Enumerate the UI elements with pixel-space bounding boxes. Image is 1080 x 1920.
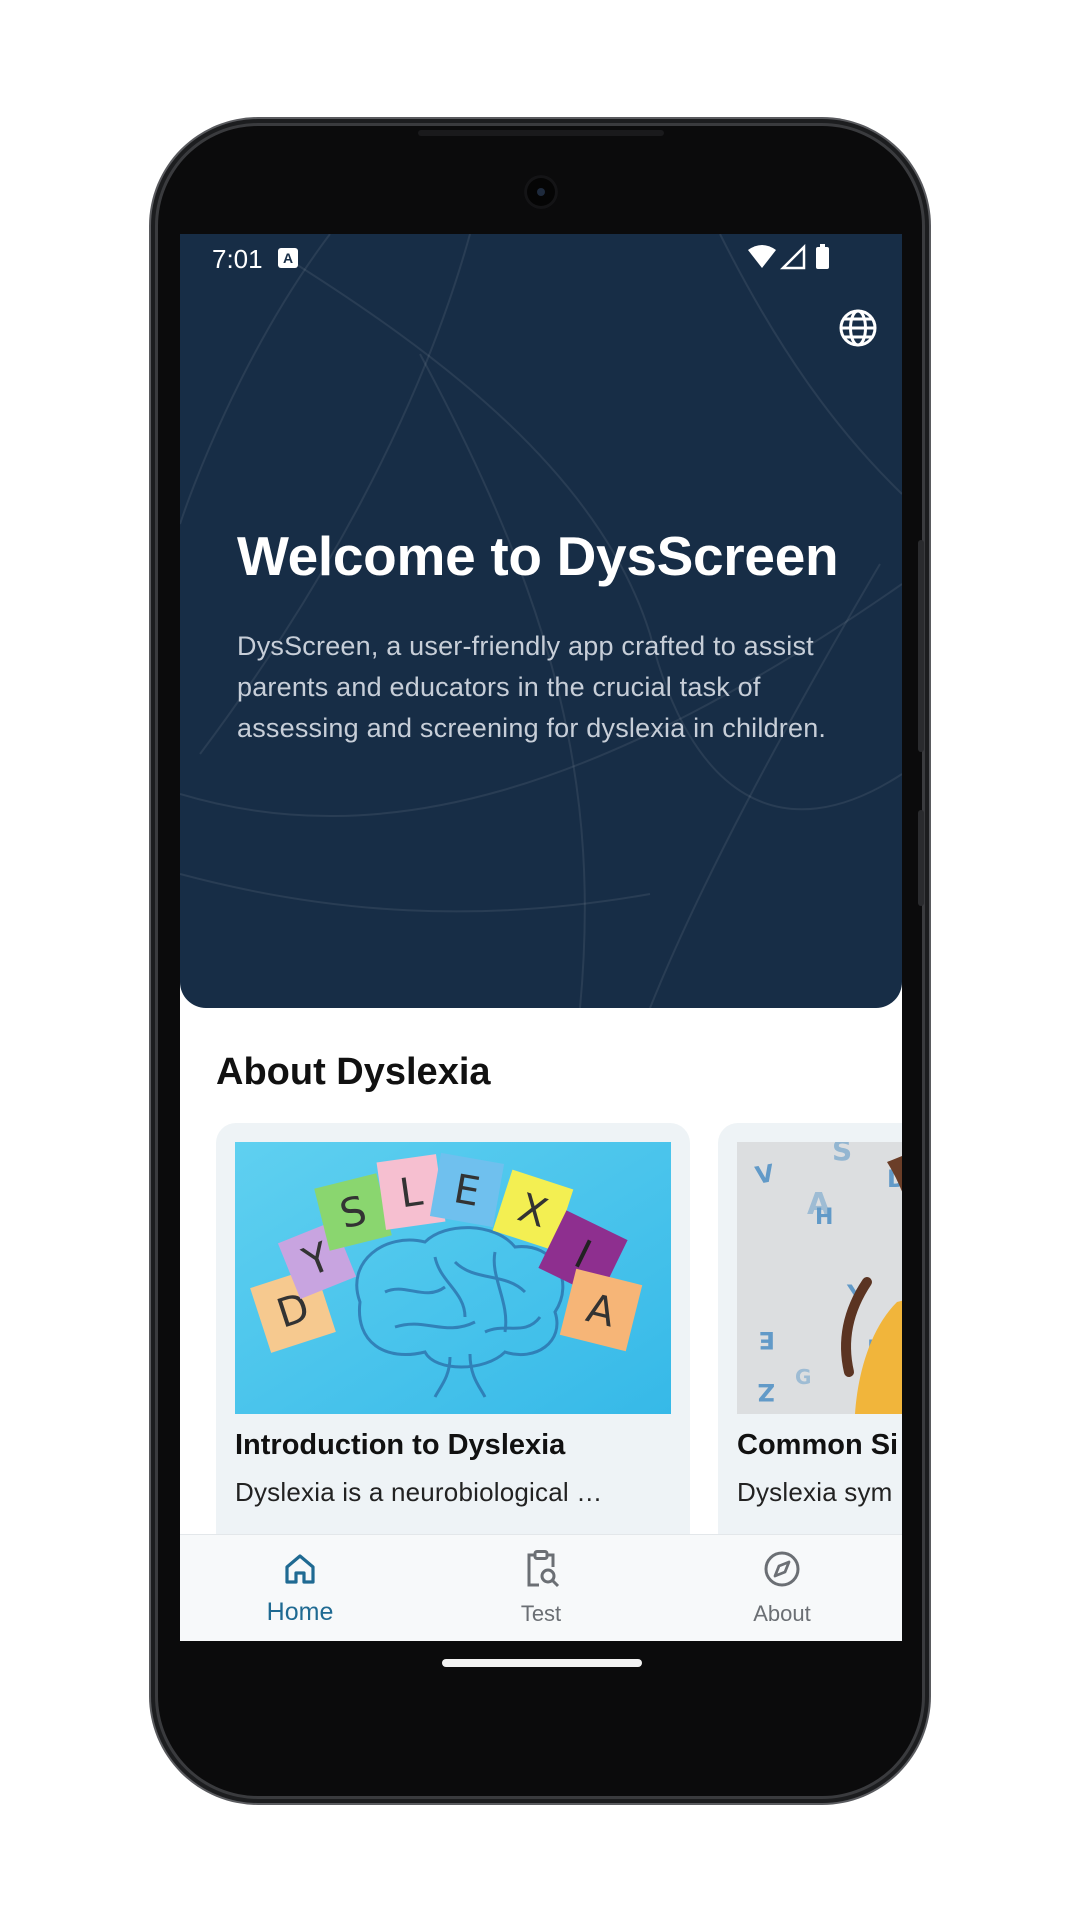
section-title: About Dyslexia <box>216 1051 491 1093</box>
hero-banner: 7:01 A Welcome to DysScreen DysScreen, a… <box>180 234 902 1008</box>
background-pattern <box>180 234 902 1008</box>
svg-text:H: H <box>815 1205 833 1230</box>
earpiece <box>418 130 664 136</box>
app-screen: 7:01 A Welcome to DysScreen DysScreen, a… <box>180 234 902 1641</box>
card-title: Introduction to Dyslexia <box>235 1429 566 1461</box>
svg-text:S: S <box>832 1142 852 1167</box>
home-icon <box>285 1554 315 1584</box>
clipboard-search-icon <box>527 1550 560 1588</box>
hero-description: DysScreen, a user-friendly app crafted t… <box>237 631 827 743</box>
card-title: Common Si <box>737 1429 899 1461</box>
svg-text:Z: Z <box>758 1378 775 1406</box>
card-description: Dyslexia sym <box>737 1477 893 1507</box>
gesture-bar[interactable] <box>442 1659 642 1667</box>
volume-button <box>918 810 924 906</box>
bottom-navigation: Home Test About <box>180 1534 902 1641</box>
a-icon: A <box>278 248 298 268</box>
battery-icon <box>816 247 829 269</box>
nav-test[interactable]: Test <box>421 1535 661 1641</box>
status-time: 7:01 <box>212 244 263 274</box>
article-card[interactable]: D Y S L E X I A Introduction to Dyslexia… <box>216 1123 690 1553</box>
power-button <box>918 540 924 752</box>
hero-title: Welcome to DysScreen <box>237 525 839 587</box>
nav-about[interactable]: About <box>662 1535 902 1641</box>
nav-label-about: About <box>753 1601 811 1626</box>
nav-label-test: Test <box>520 1601 562 1626</box>
status-icons <box>748 244 829 270</box>
nav-label-home: Home <box>266 1598 334 1626</box>
globe-icon[interactable] <box>838 308 878 348</box>
nav-home[interactable]: Home <box>180 1535 420 1641</box>
compass-icon <box>764 1551 800 1587</box>
signal-icon <box>779 244 806 270</box>
svg-text:E: E <box>759 1326 775 1354</box>
article-card[interactable]: V A H D S Y E U G Z Common Si Dyslexia s… <box>718 1123 902 1553</box>
child-letters-image: V A H D S Y E U G Z <box>737 1142 902 1414</box>
front-camera <box>524 175 558 209</box>
svg-text:G: G <box>795 1365 811 1389</box>
card-description: Dyslexia is a neurobiological … <box>235 1477 603 1507</box>
wifi-icon <box>748 245 776 268</box>
dyslexia-brain-image: D Y S L E X I A <box>235 1142 671 1414</box>
